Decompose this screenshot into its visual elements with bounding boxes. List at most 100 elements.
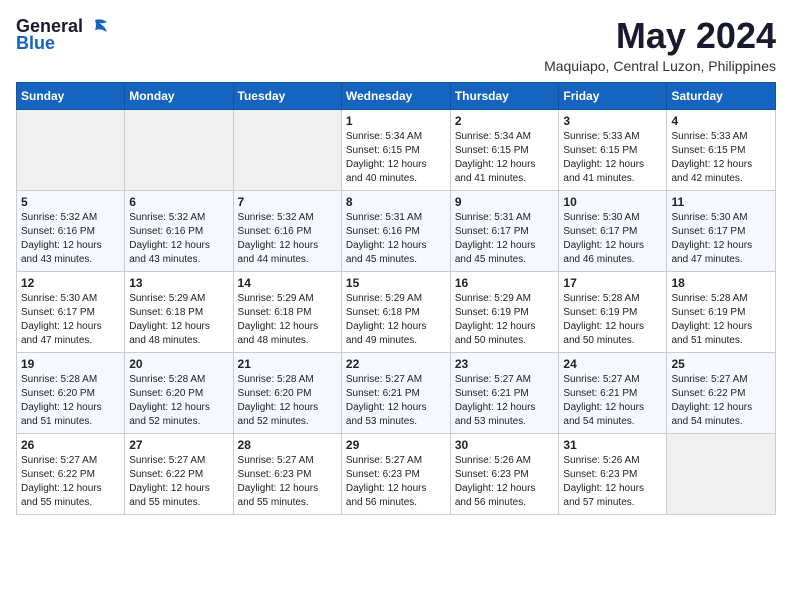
calendar-cell: 19 Sunrise: 5:28 AMSunset: 6:20 PMDayligh… bbox=[17, 352, 125, 433]
day-number: 7 bbox=[238, 195, 337, 209]
day-info: Sunrise: 5:30 AMSunset: 6:17 PMDaylight:… bbox=[671, 211, 771, 267]
day-number: 27 bbox=[129, 438, 228, 452]
calendar-cell: 31 Sunrise: 5:26 AMSunset: 6:23 PMDayligh… bbox=[559, 433, 667, 514]
day-info: Sunrise: 5:27 AMSunset: 6:21 PMDaylight:… bbox=[563, 373, 662, 429]
day-info: Sunrise: 5:29 AMSunset: 6:19 PMDaylight:… bbox=[455, 292, 555, 348]
calendar-cell bbox=[17, 109, 125, 190]
title-block: May 2024 Maquiapo, Central Luzon, Philip… bbox=[544, 16, 776, 74]
day-number: 26 bbox=[21, 438, 120, 452]
day-number: 1 bbox=[346, 114, 446, 128]
location-subtitle: Maquiapo, Central Luzon, Philippines bbox=[544, 58, 776, 74]
day-number: 18 bbox=[671, 276, 771, 290]
day-info: Sunrise: 5:27 AMSunset: 6:21 PMDaylight:… bbox=[455, 373, 555, 429]
day-info: Sunrise: 5:26 AMSunset: 6:23 PMDaylight:… bbox=[455, 454, 555, 510]
day-number: 24 bbox=[563, 357, 662, 371]
day-number: 14 bbox=[238, 276, 337, 290]
logo-bird-icon bbox=[87, 18, 109, 36]
header-saturday: Saturday bbox=[667, 82, 776, 109]
day-number: 13 bbox=[129, 276, 228, 290]
day-info: Sunrise: 5:32 AMSunset: 6:16 PMDaylight:… bbox=[21, 211, 120, 267]
day-number: 21 bbox=[238, 357, 337, 371]
day-info: Sunrise: 5:28 AMSunset: 6:20 PMDaylight:… bbox=[238, 373, 337, 429]
logo-blue: Blue bbox=[16, 33, 55, 54]
calendar-cell: 27 Sunrise: 5:27 AMSunset: 6:22 PMDayligh… bbox=[125, 433, 233, 514]
day-number: 19 bbox=[21, 357, 120, 371]
calendar-cell: 23Sunrise: 5:27 AMSunset: 6:21 PMDayligh… bbox=[450, 352, 559, 433]
day-number: 20 bbox=[129, 357, 228, 371]
day-number: 10 bbox=[563, 195, 662, 209]
calendar-cell: 30 Sunrise: 5:26 AMSunset: 6:23 PMDayligh… bbox=[450, 433, 559, 514]
day-info: Sunrise: 5:29 AMSunset: 6:18 PMDaylight:… bbox=[346, 292, 446, 348]
calendar-week-row: 12 Sunrise: 5:30 AMSunset: 6:17 PMDayligh… bbox=[17, 271, 776, 352]
calendar-week-row: 19 Sunrise: 5:28 AMSunset: 6:20 PMDayligh… bbox=[17, 352, 776, 433]
calendar-cell: 2Sunrise: 5:34 AMSunset: 6:15 PMDaylight… bbox=[450, 109, 559, 190]
day-number: 6 bbox=[129, 195, 228, 209]
day-info: Sunrise: 5:27 AMSunset: 6:23 PMDaylight:… bbox=[346, 454, 446, 510]
calendar-week-row: 5Sunrise: 5:32 AMSunset: 6:16 PMDaylight… bbox=[17, 190, 776, 271]
calendar-cell: 6 Sunrise: 5:32 AMSunset: 6:16 PMDaylight… bbox=[125, 190, 233, 271]
day-info: Sunrise: 5:34 AMSunset: 6:15 PMDaylight:… bbox=[346, 130, 446, 186]
day-info: Sunrise: 5:27 AMSunset: 6:23 PMDaylight:… bbox=[238, 454, 337, 510]
day-info: Sunrise: 5:33 AMSunset: 6:15 PMDaylight:… bbox=[671, 130, 771, 186]
day-info: Sunrise: 5:28 AMSunset: 6:20 PMDaylight:… bbox=[129, 373, 228, 429]
calendar-header-row: Sunday Monday Tuesday Wednesday Thursday… bbox=[17, 82, 776, 109]
header-thursday: Thursday bbox=[450, 82, 559, 109]
day-info: Sunrise: 5:27 AMSunset: 6:22 PMDaylight:… bbox=[21, 454, 120, 510]
day-number: 30 bbox=[455, 438, 555, 452]
header-friday: Friday bbox=[559, 82, 667, 109]
day-info: Sunrise: 5:29 AMSunset: 6:18 PMDaylight:… bbox=[238, 292, 337, 348]
calendar-cell: 28 Sunrise: 5:27 AMSunset: 6:23 PMDayligh… bbox=[233, 433, 341, 514]
day-info: Sunrise: 5:30 AMSunset: 6:17 PMDaylight:… bbox=[21, 292, 120, 348]
calendar-week-row: 26 Sunrise: 5:27 AMSunset: 6:22 PMDayligh… bbox=[17, 433, 776, 514]
day-number: 9 bbox=[455, 195, 555, 209]
day-info: Sunrise: 5:26 AMSunset: 6:23 PMDaylight:… bbox=[563, 454, 662, 510]
calendar-cell: 26 Sunrise: 5:27 AMSunset: 6:22 PMDayligh… bbox=[17, 433, 125, 514]
calendar-cell: 7 Sunrise: 5:32 AMSunset: 6:16 PMDaylight… bbox=[233, 190, 341, 271]
day-info: Sunrise: 5:32 AMSunset: 6:16 PMDaylight:… bbox=[129, 211, 228, 267]
header-tuesday: Tuesday bbox=[233, 82, 341, 109]
header-sunday: Sunday bbox=[17, 82, 125, 109]
day-number: 17 bbox=[563, 276, 662, 290]
day-number: 15 bbox=[346, 276, 446, 290]
calendar-cell bbox=[125, 109, 233, 190]
day-info: Sunrise: 5:28 AMSunset: 6:20 PMDaylight:… bbox=[21, 373, 120, 429]
day-number: 22 bbox=[346, 357, 446, 371]
calendar-cell: 22 Sunrise: 5:27 AMSunset: 6:21 PMDayligh… bbox=[341, 352, 450, 433]
day-info: Sunrise: 5:27 AMSunset: 6:21 PMDaylight:… bbox=[346, 373, 446, 429]
day-info: Sunrise: 5:32 AMSunset: 6:16 PMDaylight:… bbox=[238, 211, 337, 267]
calendar-cell: 25 Sunrise: 5:27 AMSunset: 6:22 PMDayligh… bbox=[667, 352, 776, 433]
day-info: Sunrise: 5:27 AMSunset: 6:22 PMDaylight:… bbox=[129, 454, 228, 510]
header-wednesday: Wednesday bbox=[341, 82, 450, 109]
calendar-cell bbox=[667, 433, 776, 514]
day-number: 31 bbox=[563, 438, 662, 452]
day-info: Sunrise: 5:29 AMSunset: 6:18 PMDaylight:… bbox=[129, 292, 228, 348]
day-info: Sunrise: 5:28 AMSunset: 6:19 PMDaylight:… bbox=[671, 292, 771, 348]
header-monday: Monday bbox=[125, 82, 233, 109]
calendar-cell: 1 Sunrise: 5:34 AMSunset: 6:15 PMDaylight… bbox=[341, 109, 450, 190]
calendar-cell: 24 Sunrise: 5:27 AMSunset: 6:21 PMDayligh… bbox=[559, 352, 667, 433]
day-info: Sunrise: 5:27 AMSunset: 6:22 PMDaylight:… bbox=[671, 373, 771, 429]
day-number: 11 bbox=[671, 195, 771, 209]
calendar-table: Sunday Monday Tuesday Wednesday Thursday… bbox=[16, 82, 776, 515]
calendar-cell: 21 Sunrise: 5:28 AMSunset: 6:20 PMDayligh… bbox=[233, 352, 341, 433]
calendar-cell: 29Sunrise: 5:27 AMSunset: 6:23 PMDayligh… bbox=[341, 433, 450, 514]
page-header: General Blue May 2024 Maquiapo, Central … bbox=[16, 16, 776, 74]
calendar-cell: 18 Sunrise: 5:28 AMSunset: 6:19 PMDayligh… bbox=[667, 271, 776, 352]
month-year-title: May 2024 bbox=[544, 16, 776, 56]
calendar-cell: 11 Sunrise: 5:30 AMSunset: 6:17 PMDayligh… bbox=[667, 190, 776, 271]
day-info: Sunrise: 5:28 AMSunset: 6:19 PMDaylight:… bbox=[563, 292, 662, 348]
day-info: Sunrise: 5:30 AMSunset: 6:17 PMDaylight:… bbox=[563, 211, 662, 267]
day-number: 25 bbox=[671, 357, 771, 371]
day-number: 16 bbox=[455, 276, 555, 290]
calendar-cell: 14 Sunrise: 5:29 AMSunset: 6:18 PMDayligh… bbox=[233, 271, 341, 352]
calendar-cell: 15 Sunrise: 5:29 AMSunset: 6:18 PMDayligh… bbox=[341, 271, 450, 352]
day-number: 4 bbox=[671, 114, 771, 128]
day-info: Sunrise: 5:34 AMSunset: 6:15 PMDaylight:… bbox=[455, 130, 555, 186]
logo: General Blue bbox=[16, 16, 109, 54]
day-number: 8 bbox=[346, 195, 446, 209]
day-number: 28 bbox=[238, 438, 337, 452]
calendar-cell: 16 Sunrise: 5:29 AMSunset: 6:19 PMDayligh… bbox=[450, 271, 559, 352]
day-number: 12 bbox=[21, 276, 120, 290]
calendar-cell: 17 Sunrise: 5:28 AMSunset: 6:19 PMDayligh… bbox=[559, 271, 667, 352]
calendar-week-row: 1 Sunrise: 5:34 AMSunset: 6:15 PMDaylight… bbox=[17, 109, 776, 190]
